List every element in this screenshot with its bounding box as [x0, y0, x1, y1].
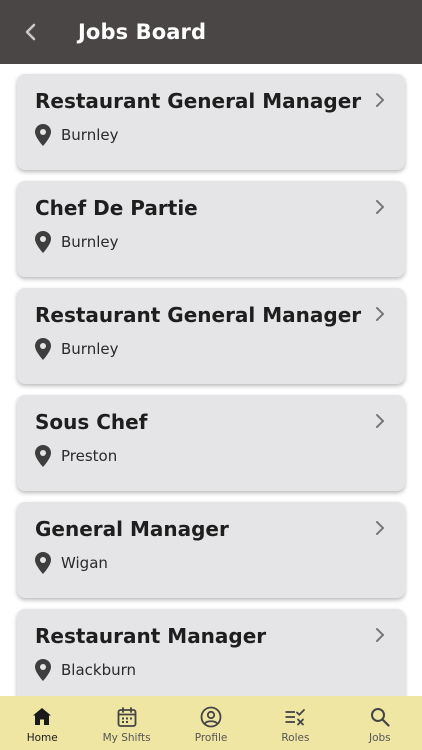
search-icon — [370, 708, 390, 727]
page-title: Jobs Board — [78, 20, 207, 44]
chevron-right-icon — [376, 414, 384, 428]
job-location-row: Burnley — [35, 231, 118, 253]
job-title: Sous Chef — [35, 410, 148, 434]
tab-roles[interactable]: Roles — [253, 696, 337, 750]
chevron-right-icon — [376, 307, 384, 321]
tab-label: Home — [26, 732, 58, 744]
home-icon — [33, 708, 52, 725]
location-pin-icon — [35, 338, 51, 360]
job-card[interactable]: Restaurant General Manager Burnley — [17, 74, 405, 170]
tab-label: My Shifts — [102, 732, 151, 744]
location-pin-icon — [35, 124, 51, 146]
chevron-right-icon — [376, 200, 384, 214]
location-pin-icon — [35, 231, 51, 253]
job-location: Wigan — [61, 554, 108, 572]
location-pin-icon — [35, 445, 51, 467]
chevron-left-icon — [25, 23, 36, 41]
job-location: Burnley — [61, 233, 119, 251]
job-location: Blackburn — [61, 661, 137, 679]
calendar-icon — [117, 707, 137, 727]
job-location-row: Burnley — [35, 124, 118, 146]
job-card[interactable]: Restaurant Manager Blackburn — [17, 609, 405, 696]
bottom-tab-bar: Home My Shifts Profile Roles Jobs — [0, 696, 422, 750]
chevron-right-icon — [376, 628, 384, 642]
job-card[interactable]: Sous Chef Preston — [17, 395, 405, 491]
tab-label: Roles — [281, 732, 310, 744]
job-card[interactable]: Chef De Partie Burnley — [17, 181, 405, 277]
job-title: Restaurant General Manager — [35, 303, 362, 327]
roles-icon — [285, 709, 306, 726]
profile-icon — [200, 706, 222, 728]
chevron-right-icon — [376, 93, 384, 107]
job-location-row: Burnley — [35, 338, 118, 360]
job-title: Restaurant General Manager — [35, 89, 362, 113]
job-title: Restaurant Manager — [35, 624, 267, 648]
job-location: Burnley — [61, 340, 119, 358]
location-pin-icon — [35, 552, 51, 574]
tab-profile[interactable]: Profile — [169, 696, 253, 750]
job-card[interactable]: Restaurant General Manager Burnley — [17, 288, 405, 384]
job-title: Chef De Partie — [35, 196, 198, 220]
app-header: Jobs Board — [0, 0, 422, 64]
jobs-board-screen: Jobs Board Restaurant General Manager Bu… — [0, 0, 422, 750]
job-location-row: Wigan — [35, 552, 108, 574]
job-card[interactable]: General Manager Wigan — [17, 502, 405, 598]
tab-jobs[interactable]: Jobs — [338, 696, 422, 750]
tab-home[interactable]: Home — [0, 696, 84, 750]
tab-label: Jobs — [369, 732, 391, 744]
job-title: General Manager — [35, 517, 229, 541]
location-pin-icon — [35, 659, 51, 681]
back-button[interactable] — [0, 0, 62, 64]
tab-my-shifts[interactable]: My Shifts — [84, 696, 168, 750]
job-location-row: Blackburn — [35, 659, 136, 681]
chevron-right-icon — [376, 521, 384, 535]
job-location: Preston — [61, 447, 118, 465]
job-location: Burnley — [61, 126, 119, 144]
job-list: Restaurant General Manager Burnley Chef … — [0, 64, 422, 696]
job-location-row: Preston — [35, 445, 117, 467]
tab-label: Profile — [194, 732, 228, 744]
